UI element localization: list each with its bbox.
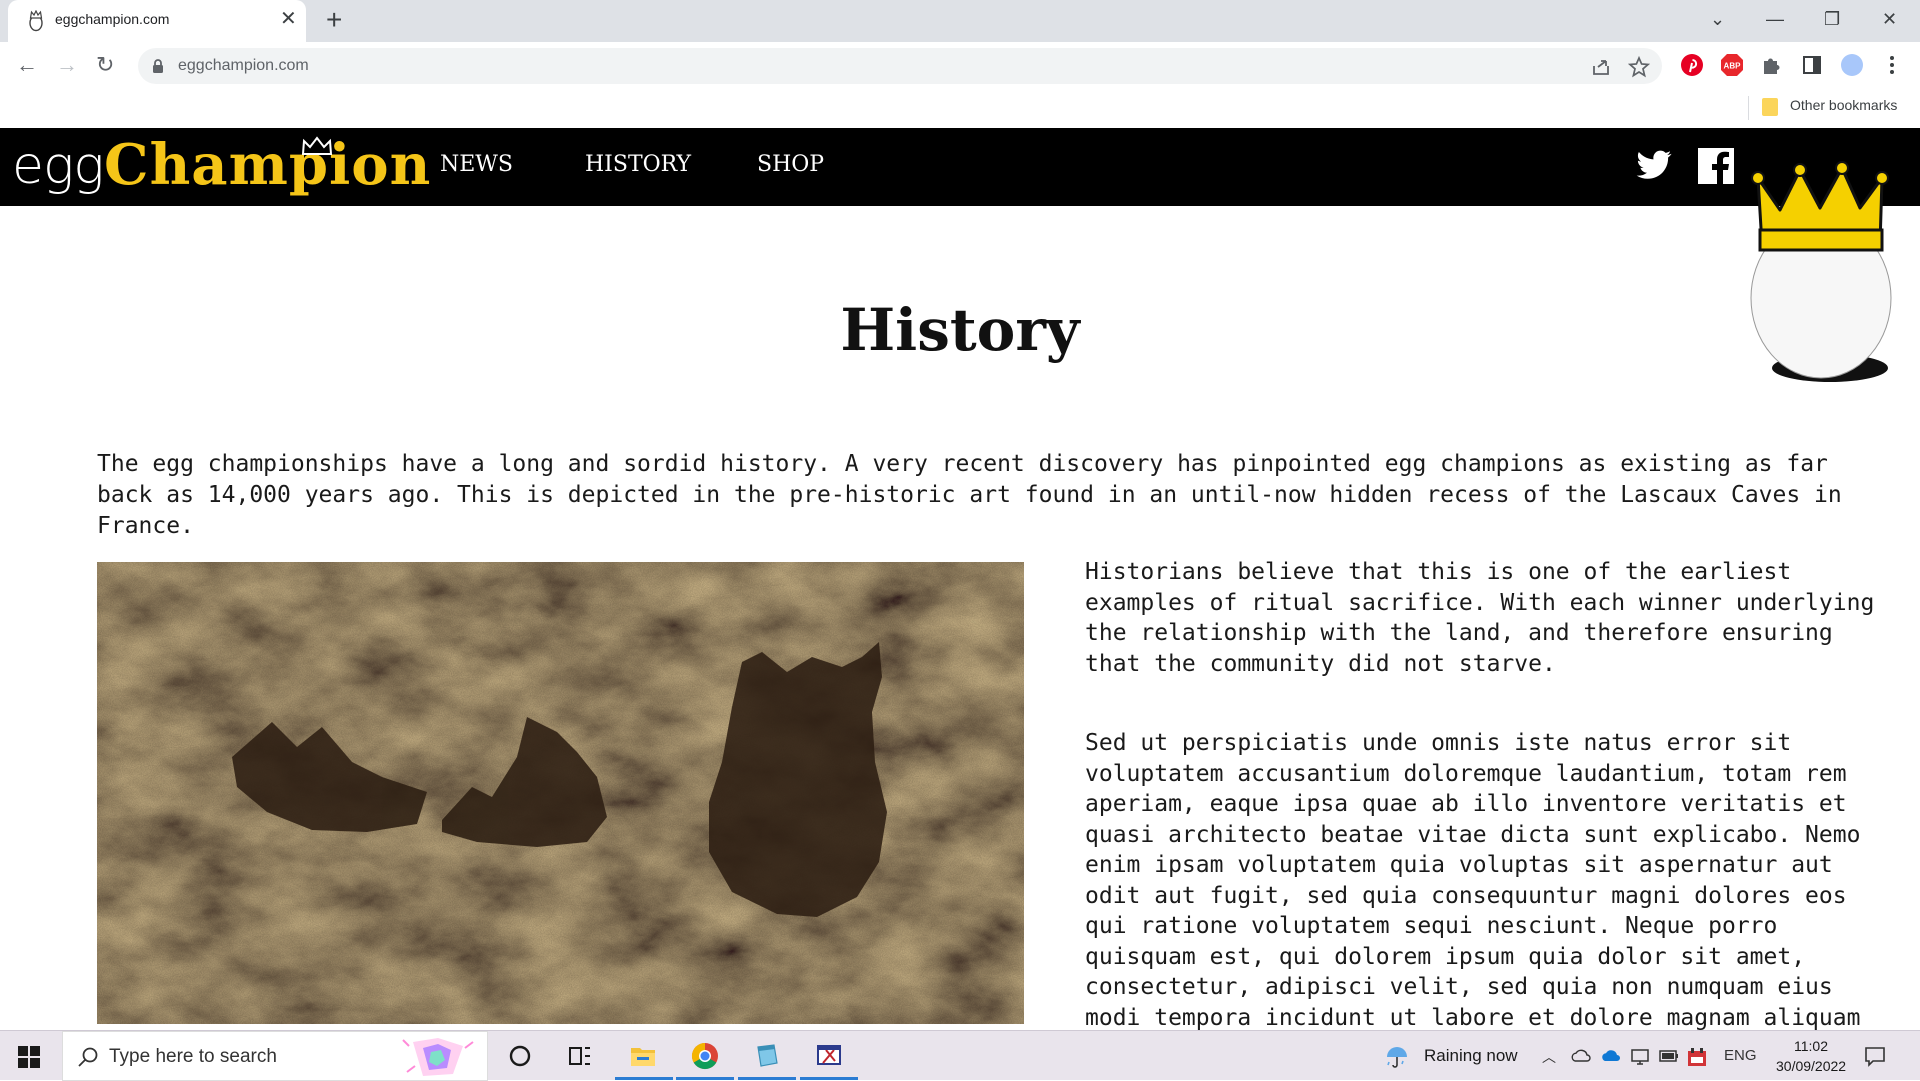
site-header: egg Champion NEWS HISTORY SHOP [0, 128, 1920, 206]
kebab-menu-icon[interactable] [1880, 53, 1904, 77]
logo-champion-text[interactable]: Champion [104, 132, 431, 198]
display-settings-icon[interactable] [1630, 1047, 1650, 1067]
other-bookmarks-link[interactable]: Other bookmarks [1790, 97, 1897, 113]
rain-weather-icon[interactable] [1384, 1043, 1410, 1069]
task-view-icon[interactable] [565, 1041, 595, 1071]
page-title: History [840, 296, 1080, 364]
restore-button[interactable]: ❐ [1824, 6, 1840, 32]
language-indicator[interactable]: ENG [1724, 1047, 1757, 1064]
file-explorer-icon[interactable] [628, 1041, 658, 1071]
profile-avatar[interactable] [1840, 53, 1864, 77]
facebook-icon[interactable] [1696, 146, 1736, 186]
show-hidden-icons-chevron-icon[interactable]: ︿ [1542, 1047, 1556, 1067]
lock-icon [153, 59, 163, 73]
onedrive-personal-icon[interactable] [1570, 1047, 1592, 1065]
bookmarks-divider [1748, 96, 1749, 120]
search-highlight-art-icon[interactable] [393, 1034, 483, 1080]
bookmarks-bar: Other bookmarks [0, 90, 1920, 128]
browser-toolbar: ← → ↻ eggchampion.com ABP [0, 42, 1920, 90]
nav-shop-link[interactable]: SHOP [757, 152, 824, 177]
snipping-tool-icon[interactable] [814, 1041, 844, 1071]
twitter-icon[interactable] [1634, 146, 1674, 186]
share-icon[interactable] [1590, 56, 1612, 78]
historians-paragraph: Historians believe that this is one of t… [1085, 559, 1875, 677]
adblock-label: ABP [1724, 62, 1742, 71]
notification-center-icon[interactable] [1864, 1045, 1886, 1067]
adblock-icon[interactable]: ABP [1720, 53, 1744, 77]
nav-news-link[interactable]: NEWS [440, 152, 513, 177]
close-window-button[interactable]: ✕ [1882, 6, 1897, 32]
onedrive-business-icon[interactable] [1600, 1047, 1622, 1065]
tab-title: eggchampion.com [55, 11, 170, 27]
system-clock[interactable]: 11:02 30/09/2022 [1776, 1036, 1846, 1076]
chrome-icon[interactable] [690, 1041, 720, 1071]
address-bar[interactable]: eggchampion.com [138, 48, 1662, 84]
pinterest-icon[interactable] [1680, 53, 1704, 77]
windows-taskbar: Type here to search Raining now ︿ ENG 11… [0, 1030, 1920, 1081]
windows-start-icon[interactable] [18, 1046, 40, 1068]
puzzle-extensions-icon[interactable] [1760, 53, 1784, 77]
cave-painting-image [97, 562, 1024, 1024]
taskbar-search-box[interactable]: Type here to search [62, 1031, 488, 1081]
nav-history-link[interactable]: HISTORY [585, 152, 691, 177]
browser-tab-strip: eggchampion.com ✕ + ⌄ — ❐ ✕ [0, 0, 1920, 42]
weather-text[interactable]: Raining now [1424, 1046, 1518, 1066]
search-placeholder[interactable]: Type here to search [109, 1046, 277, 1068]
calendar-notification-icon[interactable] [1686, 1047, 1708, 1067]
cortana-icon[interactable] [505, 1041, 535, 1071]
logo-crown-icon [301, 136, 333, 155]
intro-paragraph: The egg championships have a long and so… [97, 451, 1842, 539]
lorem-paragraph: Sed ut perspiciatis unde omnis iste natu… [1085, 730, 1861, 1061]
new-tab-button[interactable]: + [326, 6, 342, 34]
minimize-button[interactable]: — [1766, 6, 1784, 32]
browser-tab[interactable]: eggchampion.com ✕ [8, 0, 306, 42]
logo-egg-text[interactable]: egg [12, 136, 104, 196]
clock-date: 30/09/2022 [1776, 1058, 1847, 1074]
tab-close-icon[interactable]: ✕ [280, 9, 297, 29]
reload-button[interactable]: ↻ [96, 51, 114, 79]
back-button[interactable]: ← [16, 51, 38, 79]
clock-time: 11:02 [1794, 1038, 1828, 1054]
search-icon [78, 1047, 98, 1067]
bookmark-star-icon[interactable] [1628, 56, 1650, 78]
url-text[interactable]: eggchampion.com [178, 57, 309, 75]
tab-search-icon[interactable]: ⌄ [1710, 6, 1725, 32]
notepad-icon[interactable] [752, 1041, 782, 1071]
battery-icon[interactable] [1658, 1047, 1680, 1065]
egg-crown-favicon-icon [29, 10, 43, 32]
folder-icon[interactable] [1762, 98, 1778, 116]
sidepanel-icon[interactable] [1800, 53, 1824, 77]
forward-button[interactable]: → [56, 51, 78, 79]
